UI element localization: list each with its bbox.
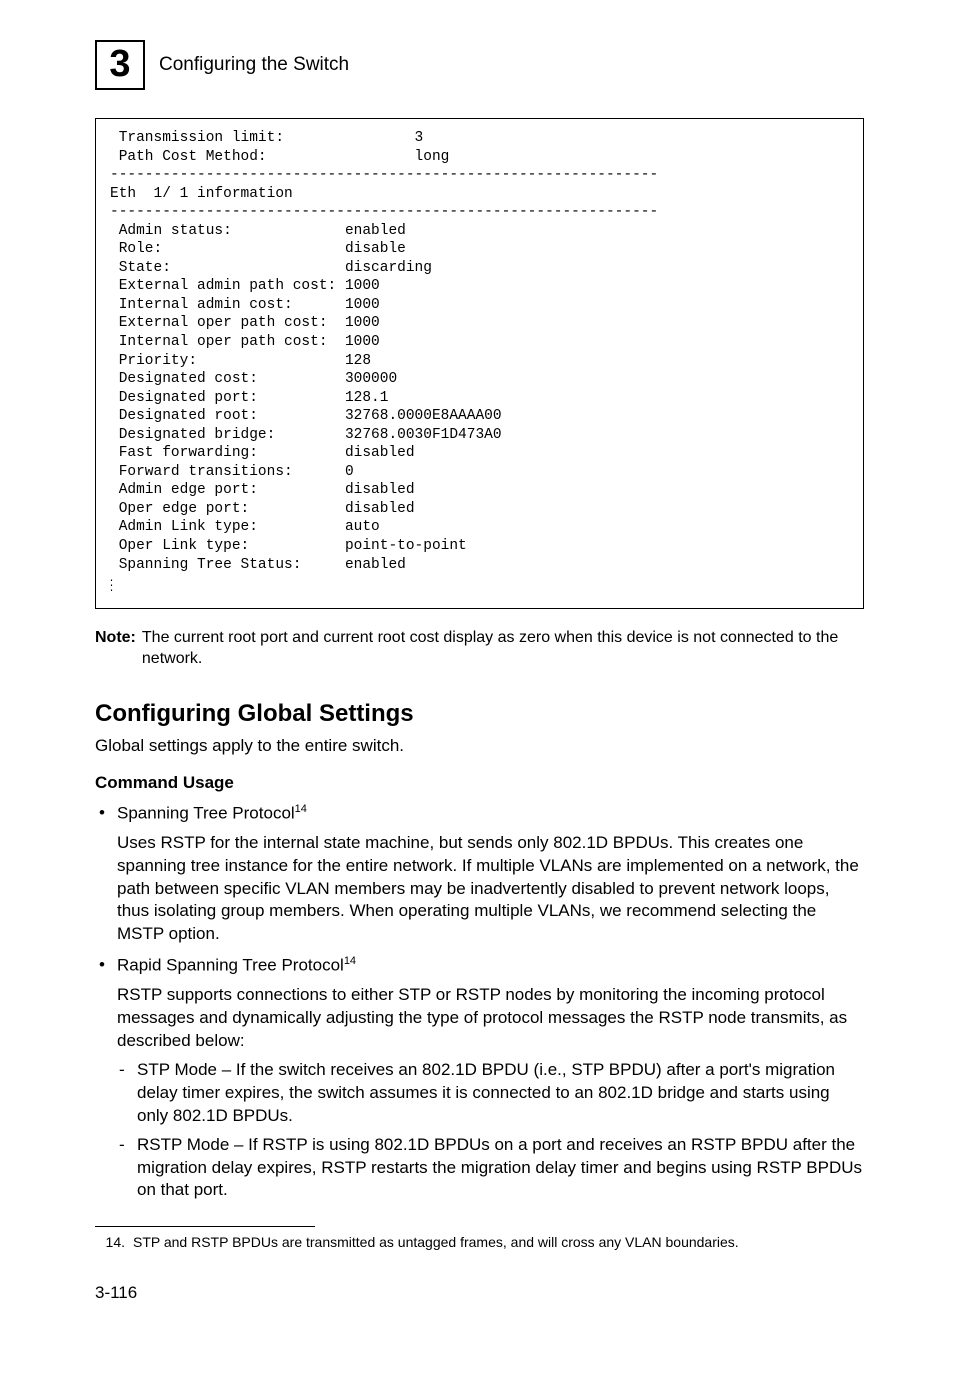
chapter-number-box: 3	[95, 40, 145, 90]
dash-item: RSTP Mode – If RSTP is using 802.1D BPDU…	[117, 1134, 864, 1203]
bullet-item: Rapid Spanning Tree Protocol14 RSTP supp…	[95, 954, 864, 1202]
code-line: Oper Link type: point-to-point	[110, 538, 467, 554]
code-line: Admin Link type: auto	[110, 519, 380, 535]
code-line: Oper edge port: disabled	[110, 501, 415, 517]
footnote-text: STP and RSTP BPDUs are transmitted as un…	[133, 1233, 739, 1252]
command-usage-heading: Command Usage	[95, 772, 864, 794]
code-line: External admin path cost: 1000	[110, 278, 380, 294]
bullet-body: RSTP supports connections to either STP …	[117, 984, 864, 1053]
page-number: 3-116	[95, 1282, 864, 1304]
chapter-number: 3	[109, 40, 130, 89]
code-line: Designated bridge: 32768.0030F1D473A0	[110, 427, 502, 443]
note-text: The current root port and current root c…	[142, 627, 864, 670]
bullet-superscript: 14	[295, 803, 307, 815]
code-line: Spanning Tree Status: enabled	[110, 557, 406, 573]
section-heading: Configuring Global Settings	[95, 698, 864, 729]
code-line: Forward transitions: 0	[110, 464, 354, 480]
code-line: Internal oper path cost: 1000	[110, 334, 380, 350]
code-line: Path Cost Method: long	[110, 149, 449, 165]
bullet-item: Spanning Tree Protocol14 Uses RSTP for t…	[95, 802, 864, 946]
bullet-title: Rapid Spanning Tree Protocol	[117, 956, 344, 975]
note-label: Note:	[95, 627, 142, 670]
note-block: Note: The current root port and current …	[95, 627, 864, 670]
code-line: Designated cost: 300000	[110, 371, 397, 387]
page-header: 3 Configuring the Switch	[95, 40, 864, 90]
code-ellipsis: ...	[110, 574, 112, 589]
code-line: Admin status: enabled	[110, 223, 406, 239]
footnote: 14. STP and RSTP BPDUs are transmitted a…	[95, 1233, 864, 1252]
code-line: Internal admin cost: 1000	[110, 297, 380, 313]
code-line: Admin edge port: disabled	[110, 482, 415, 498]
header-title: Configuring the Switch	[159, 53, 349, 78]
code-line: Designated port: 128.1	[110, 390, 388, 406]
code-line: ----------------------------------------…	[110, 204, 658, 220]
footnote-rule	[95, 1226, 315, 1227]
dash-item: STP Mode – If the switch receives an 802…	[117, 1059, 864, 1128]
code-line: Transmission limit: 3	[110, 130, 423, 146]
code-line: Eth 1/ 1 information	[110, 186, 293, 202]
code-line: Role: disable	[110, 241, 406, 257]
bullet-body: Uses RSTP for the internal state machine…	[117, 832, 864, 947]
cli-output-block: Transmission limit: 3 Path Cost Method: …	[95, 118, 864, 609]
code-line: Designated root: 32768.0000E8AAAA00	[110, 408, 502, 424]
code-line: Priority: 128	[110, 353, 371, 369]
footnote-number: 14.	[95, 1233, 133, 1252]
bullet-superscript: 14	[344, 955, 356, 967]
code-line: ----------------------------------------…	[110, 167, 658, 183]
code-line: Fast forwarding: disabled	[110, 445, 415, 461]
bullet-title: Spanning Tree Protocol	[117, 804, 295, 823]
code-line: State: discarding	[110, 260, 432, 276]
code-line: External oper path cost: 1000	[110, 315, 380, 331]
section-intro: Global settings apply to the entire swit…	[95, 735, 864, 758]
